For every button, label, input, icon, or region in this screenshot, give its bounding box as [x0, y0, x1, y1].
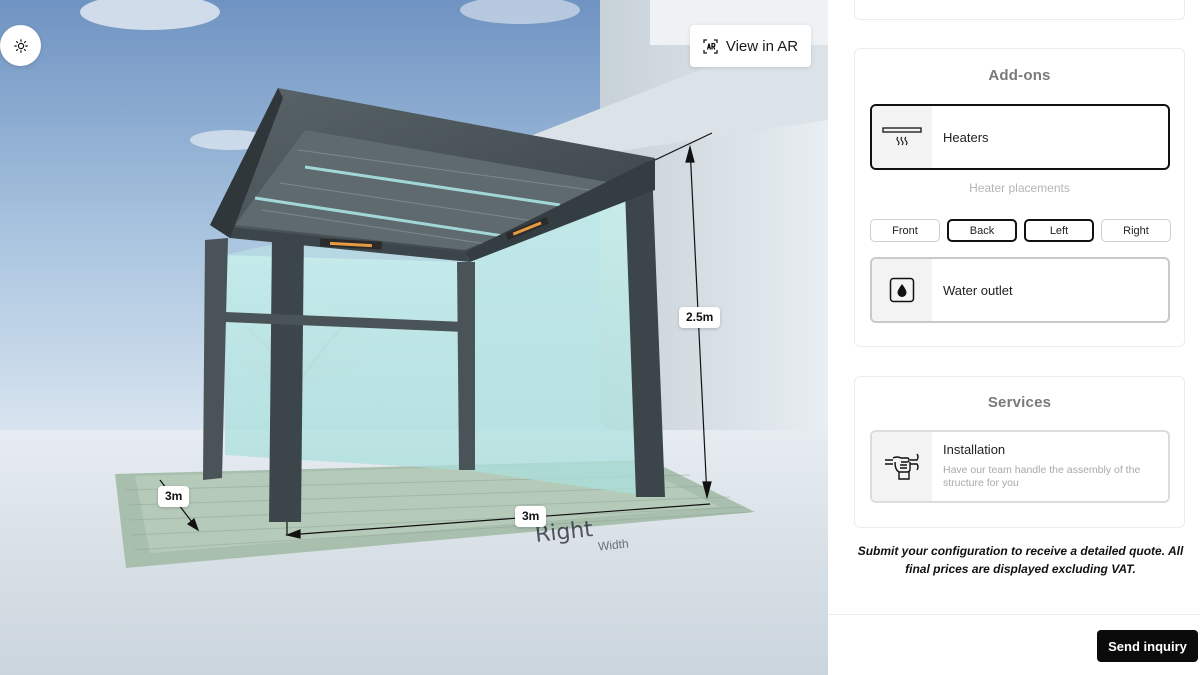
placement-back-button[interactable]: Back	[947, 219, 1017, 242]
glass-back-wall	[225, 255, 465, 470]
3d-viewport[interactable]: Right Width 2.5m 3m 3m View in AR	[0, 0, 828, 675]
placement-right-button[interactable]: Right	[1101, 219, 1171, 242]
services-title: Services	[987, 394, 1052, 411]
theme-toggle-button[interactable]	[0, 25, 41, 66]
heater-icon	[882, 127, 922, 146]
addons-title: Add-ons	[988, 67, 1051, 84]
wrench-hand-icon	[885, 453, 919, 480]
footer-divider	[828, 614, 1200, 615]
width-dimension-label: 3m	[515, 506, 547, 528]
services-card: Services Installation Have our team hand…	[854, 376, 1185, 528]
depth-dimension-label: 3m	[158, 486, 190, 508]
installation-label: Installation	[943, 442, 1006, 457]
water-drop-icon	[889, 277, 915, 303]
heaters-option[interactable]: Heaters	[870, 104, 1170, 170]
sun-icon	[13, 38, 28, 53]
water-outlet-label: Water outlet	[943, 282, 1013, 298]
pergola-scene[interactable]	[0, 0, 828, 675]
placement-left-button[interactable]: Left	[1024, 219, 1094, 242]
view-in-ar-label: View in AR	[725, 37, 799, 55]
ar-scan-icon	[703, 38, 718, 54]
installation-description: Have our team handle the assembly of the…	[943, 464, 1141, 489]
configurator-app: Right Width 2.5m 3m 3m View in AR Add-on…	[0, 0, 1200, 675]
configuration-panel: Add-ons Heaters Heater placements Front …	[828, 0, 1200, 675]
addons-card: Add-ons Heaters Heater placements Front …	[854, 48, 1185, 347]
heaters-icon-box	[872, 106, 932, 168]
post-back-right	[457, 262, 475, 470]
water-outlet-icon-box	[872, 259, 932, 321]
heater-placements-title: Heater placements	[969, 181, 1070, 195]
previous-section-card	[854, 0, 1185, 20]
installation-icon-box	[872, 432, 932, 501]
placement-front-button[interactable]: Front	[870, 219, 940, 242]
send-inquiry-button[interactable]: Send inquiry	[1097, 630, 1198, 662]
heaters-label: Heaters	[943, 129, 989, 145]
quote-note: Submit your configuration to receive a d…	[857, 544, 1184, 576]
installation-option[interactable]: Installation Have our team handle the as…	[870, 430, 1170, 503]
view-in-ar-button[interactable]: View in AR	[690, 25, 811, 67]
height-dimension-label: 2.5m	[679, 307, 721, 329]
water-outlet-option[interactable]: Water outlet	[870, 257, 1170, 323]
